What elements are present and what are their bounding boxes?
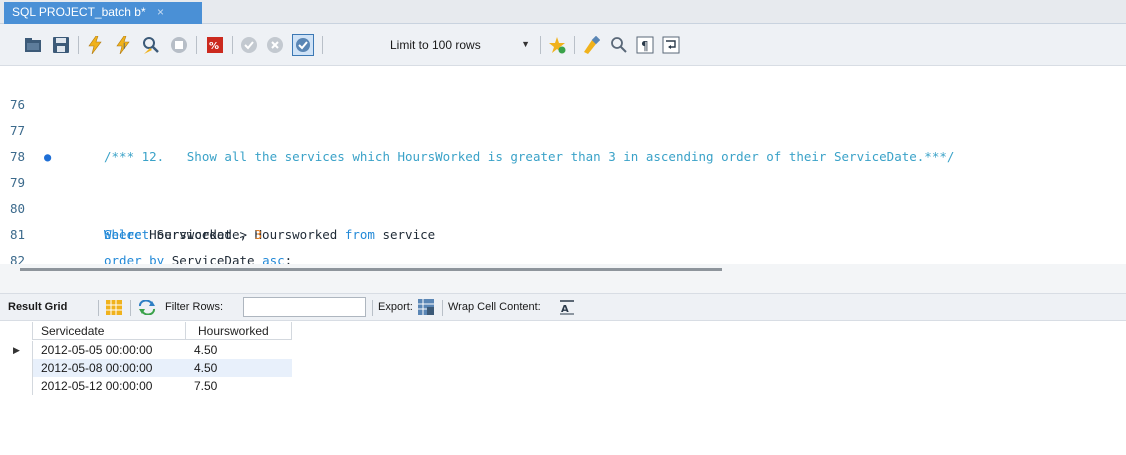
editor-line: 79 ● Select Servicedate, Hoursworked fro… — [0, 144, 1126, 242]
cell-hoursworked[interactable]: 7.50 — [186, 377, 292, 395]
editor-line: 78 — [0, 118, 1126, 164]
invisible-chars-icon[interactable]: ¶ — [636, 36, 654, 54]
execute-icon[interactable] — [86, 36, 104, 54]
limit-rows-select[interactable]: Limit to 100 rows ▼ — [384, 35, 534, 55]
cell-hoursworked[interactable]: 4.50 — [186, 359, 292, 377]
toolbar-separator — [322, 36, 323, 54]
row-header-corner — [7, 322, 33, 340]
rollback-icon[interactable] — [266, 36, 284, 54]
sql-editor[interactable]: 76 77 /*** 12. Show all the services whi… — [0, 66, 1126, 264]
editor-line: 76 — [0, 66, 1126, 112]
export-icon[interactable] — [418, 299, 434, 315]
beautify-icon[interactable] — [582, 36, 600, 54]
column-header-servicedate[interactable]: Servicedate — [33, 322, 186, 340]
explain-icon[interactable] — [142, 36, 160, 54]
column-header-hoursworked[interactable]: Hoursworked — [186, 322, 292, 340]
toolbar-separator — [574, 36, 575, 54]
result-grid-tab[interactable]: Result Grid — [8, 301, 67, 313]
tab-title: SQL PROJECT_batch b* — [12, 5, 146, 19]
row-header: ▶ — [7, 341, 33, 359]
row-header — [7, 377, 33, 395]
tab-strip: SQL PROJECT_batch b* × — [0, 0, 1126, 24]
sql-editor-toolbar: I % Limit to 100 rows ▼ ¶ — [0, 24, 1126, 66]
filter-rows-label: Filter Rows: — [165, 301, 224, 313]
toolbar-separator — [98, 300, 99, 316]
svg-text:I: I — [123, 42, 125, 51]
cell-servicedate[interactable]: 2012-05-08 00:00:00 — [33, 359, 186, 377]
toolbar-separator — [372, 300, 373, 316]
stop-icon[interactable] — [170, 36, 188, 54]
svg-text:A: A — [561, 304, 569, 315]
toolbar-separator — [130, 300, 131, 316]
cell-hoursworked[interactable]: 4.50 — [186, 341, 292, 359]
table-row[interactable]: 2012-05-08 00:00:00 4.50 — [7, 359, 292, 377]
open-folder-icon[interactable] — [24, 36, 42, 54]
editor-line: 83 — [0, 248, 1126, 264]
svg-text:%: % — [209, 41, 219, 52]
editor-line: 82 — [0, 222, 1126, 264]
wrap-cell-icon[interactable]: A — [560, 299, 574, 315]
tab-sql-project[interactable]: SQL PROJECT_batch b* × — [4, 2, 202, 24]
toggle-error-icon[interactable]: % — [206, 36, 224, 54]
result-toolbar: Result Grid Filter Rows: Export: Wrap Ce… — [0, 293, 1126, 321]
filter-rows-input[interactable] — [243, 297, 366, 317]
wrap-cell-label: Wrap Cell Content: — [448, 301, 541, 313]
cell-servicedate[interactable]: 2012-05-12 00:00:00 — [33, 377, 186, 395]
export-label: Export: — [378, 301, 413, 313]
table-row[interactable]: ▶ 2012-05-05 00:00:00 4.50 — [7, 341, 292, 359]
row-header — [7, 359, 33, 377]
limit-rows-label: Limit to 100 rows — [390, 38, 481, 52]
autocommit-icon[interactable] — [292, 34, 314, 56]
refresh-icon[interactable] — [138, 299, 156, 316]
toolbar-separator — [196, 36, 197, 54]
grid-view-icon[interactable] — [106, 300, 122, 315]
editor-line: 80 Where Hoursworked > 3 — [0, 170, 1126, 242]
save-icon[interactable] — [52, 36, 70, 54]
close-icon[interactable]: × — [157, 5, 164, 19]
execute-current-icon[interactable]: I — [114, 36, 132, 54]
commit-icon[interactable] — [240, 36, 258, 54]
statement-marker-icon: ● — [44, 150, 52, 164]
toolbar-separator — [442, 300, 443, 316]
toolbar-separator — [78, 36, 79, 54]
editor-line: 81 order by ServiceDate asc; — [0, 196, 1126, 264]
find-icon[interactable] — [610, 36, 628, 54]
editor-line: 77 /*** 12. Show all the services which … — [0, 92, 1126, 164]
cell-servicedate[interactable]: 2012-05-05 00:00:00 — [33, 341, 186, 359]
toolbar-separator — [232, 36, 233, 54]
current-row-pointer-icon: ▶ — [13, 345, 20, 355]
chevron-down-icon: ▼ — [521, 39, 530, 49]
horizontal-scrollbar[interactable] — [20, 268, 722, 271]
bookmark-icon[interactable] — [548, 36, 566, 54]
svg-text:¶: ¶ — [641, 39, 649, 53]
toolbar-separator — [540, 36, 541, 54]
wrap-icon[interactable] — [662, 36, 680, 54]
table-row[interactable]: 2012-05-12 00:00:00 7.50 — [7, 377, 292, 395]
